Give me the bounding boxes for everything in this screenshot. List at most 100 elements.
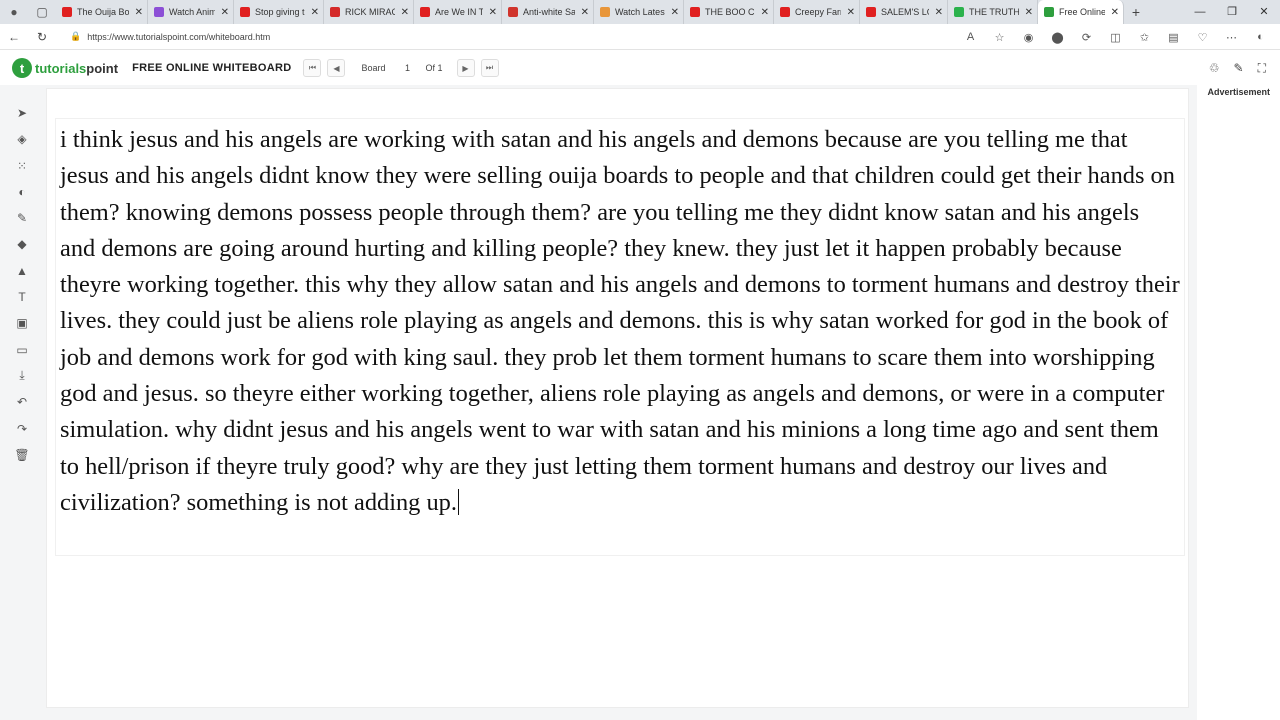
palette-tool-icon[interactable]: ◐ (9, 179, 35, 205)
fullscreen-icon[interactable]: ⛶ (1258, 61, 1266, 76)
tab-favicon-icon (690, 7, 700, 17)
copilot-icon[interactable]: ◐ (1247, 31, 1274, 43)
tab-title: Watch Latest (615, 7, 665, 17)
board-text: i think jesus and his angels are working… (60, 126, 1180, 516)
logo-mark-icon: t (12, 58, 32, 78)
first-board-icon[interactable]: ⏮ (303, 59, 322, 77)
projector-tool-icon[interactable]: ▭ (9, 337, 35, 363)
image-tool-icon[interactable]: ▣ (9, 310, 35, 336)
tab-favicon-icon (240, 7, 250, 17)
tab-title: Are We IN Th (435, 7, 483, 17)
logo-main-text: tutorials (35, 60, 87, 76)
browser-tab[interactable]: Stop giving th ✕ (234, 0, 324, 24)
tab-close-icon[interactable]: ✕ (401, 7, 409, 18)
text-cursor (457, 488, 459, 515)
board-total: Of 1 (425, 63, 443, 73)
eraser-tool-icon[interactable]: ◆ (9, 231, 35, 257)
browser-tab[interactable]: Watch Anime ✕ (148, 0, 234, 24)
browser-tab[interactable]: SALEM'S LOT ✕ (860, 0, 948, 24)
board-number-input[interactable]: 1 (395, 63, 419, 73)
tab-close-icon[interactable]: ✕ (1111, 7, 1119, 18)
tab-favicon-icon (420, 7, 430, 17)
browser-actions: A ☆ ◉ ⬤ ⟳ ◫ ✩ ▤ ♡ ⋯ ◐ (957, 24, 1274, 50)
tab-favicon-icon (866, 7, 876, 17)
browser-tab[interactable]: Anti-white Sa ✕ (502, 0, 594, 24)
tab-title: Anti-white Sa (523, 7, 575, 17)
text-tool-icon[interactable]: T (9, 284, 35, 310)
browser-tab[interactable]: Are We IN Th ✕ (414, 0, 502, 24)
tab-close-icon[interactable]: ✕ (761, 7, 769, 18)
favorite-star-icon[interactable]: ☆ (986, 31, 1013, 44)
tab-title: THE TRUTH a (969, 7, 1019, 17)
site-logo[interactable]: t tutorialspoint (12, 58, 118, 78)
tab-favicon-icon (330, 7, 340, 17)
text-box[interactable]: i think jesus and his angels are working… (55, 118, 1185, 556)
tab-close-icon[interactable]: ✕ (935, 7, 943, 18)
redo-tool-icon[interactable]: ↷ (9, 416, 35, 442)
browser-tab[interactable]: RICK MIRACLE ✕ (324, 0, 414, 24)
tab-close-icon[interactable]: ✕ (581, 7, 589, 18)
browser-tab[interactable]: THE TRUTH a ✕ (948, 0, 1038, 24)
tab-favicon-icon (600, 7, 610, 17)
adblock-icon[interactable]: ⬤ (1044, 31, 1071, 44)
layers-tool-icon[interactable]: ◈ (9, 126, 35, 152)
workspaces-icon[interactable]: ▢ (28, 0, 56, 24)
refresh-icon[interactable]: ↻ (28, 30, 56, 44)
browser-tab[interactable]: Watch Latest ✕ (594, 0, 684, 24)
page-title: FREE ONLINE WHITEBOARD (132, 62, 292, 74)
header-actions: ♲ ✎ ⛶ (1209, 51, 1266, 85)
tab-close-icon[interactable]: ✕ (1025, 7, 1033, 18)
fill-tool-icon[interactable]: ▲ (9, 258, 35, 284)
window-controls: — ❐ ✕ (1184, 0, 1280, 24)
prev-board-icon[interactable]: ◀ (327, 59, 346, 77)
undo-tool-icon[interactable]: ↶ (9, 389, 35, 415)
tab-close-icon[interactable]: ✕ (221, 7, 229, 18)
last-board-icon[interactable]: ⏭ (480, 59, 499, 77)
ad-label: Advertisement (1207, 87, 1270, 97)
browser-tab[interactable]: The Ouija Boa ✕ (56, 0, 148, 24)
tab-close-icon[interactable]: ✕ (847, 7, 855, 18)
url-text: https://www.tutorialspoint.com/whiteboar… (87, 31, 271, 42)
restore-icon[interactable]: ❐ (1216, 0, 1248, 24)
extension-icon[interactable]: ◉ (1015, 31, 1042, 44)
edit-icon[interactable]: ✎ (1234, 61, 1244, 75)
new-tab-button[interactable]: + (1124, 4, 1148, 20)
tab-title: Stop giving th (255, 7, 305, 17)
grid-tool-icon[interactable]: ⁙ (9, 153, 35, 179)
trash-tool-icon[interactable]: 🗑 (9, 442, 35, 468)
close-window-icon[interactable]: ✕ (1248, 0, 1280, 24)
tab-close-icon[interactable]: ✕ (671, 7, 679, 18)
profile-icon[interactable]: ● (0, 0, 28, 24)
whiteboard-canvas[interactable]: i think jesus and his angels are working… (46, 88, 1189, 708)
tab-close-icon[interactable]: ✕ (135, 7, 143, 18)
next-board-icon[interactable]: ▶ (456, 59, 475, 77)
read-aloud-icon[interactable]: A (957, 31, 984, 43)
share-icon[interactable]: ♲ (1209, 61, 1220, 75)
minimize-icon[interactable]: — (1184, 0, 1216, 24)
tab-title: Free Online W (1059, 7, 1105, 17)
extensions-puzzle-icon[interactable]: ⟳ (1073, 31, 1100, 44)
browser-tab[interactable]: THE BOO CRE ✕ (684, 0, 774, 24)
board-pager: ⏮ ◀ Board 1 Of 1 ▶ ⏭ (303, 59, 504, 77)
logo-accent-text: point (86, 60, 119, 76)
browser-tab[interactable]: Creepy Farm ✕ (774, 0, 860, 24)
browser-essentials-icon[interactable]: ♡ (1189, 31, 1216, 44)
pencil-tool-icon[interactable]: ✎ (9, 205, 35, 231)
tab-title: Creepy Farm (795, 7, 841, 17)
url-field[interactable]: 🔒 https://www.tutorialspoint.com/whitebo… (70, 27, 950, 47)
favorites-icon[interactable]: ✩ (1131, 31, 1158, 44)
board-label: Board (361, 63, 386, 73)
collections-icon[interactable]: ▤ (1160, 31, 1187, 44)
tab-close-icon[interactable]: ✕ (311, 7, 319, 18)
tab-title: SALEM'S LOT (881, 7, 929, 17)
ad-panel: Advertisement (1197, 85, 1280, 720)
split-screen-icon[interactable]: ◫ (1102, 31, 1129, 44)
back-icon[interactable]: ← (0, 30, 28, 44)
download-tool-icon[interactable]: ⤓ (9, 363, 35, 389)
tab-close-icon[interactable]: ✕ (489, 7, 497, 18)
whiteboard-stage: ➤ ◈ ⁙ ◐ ✎ ◆ ▲ T ▣ ▭ ⤓ ↶ ↷ 🗑 i think jesus and his ang… (0, 85, 1280, 720)
tab-title: The Ouija Boa (77, 7, 129, 17)
more-menu-icon[interactable]: ⋯ (1218, 31, 1245, 44)
browser-tab[interactable]: Free Online W ✕ (1038, 0, 1124, 24)
select-tool-icon[interactable]: ➤ (9, 100, 35, 126)
